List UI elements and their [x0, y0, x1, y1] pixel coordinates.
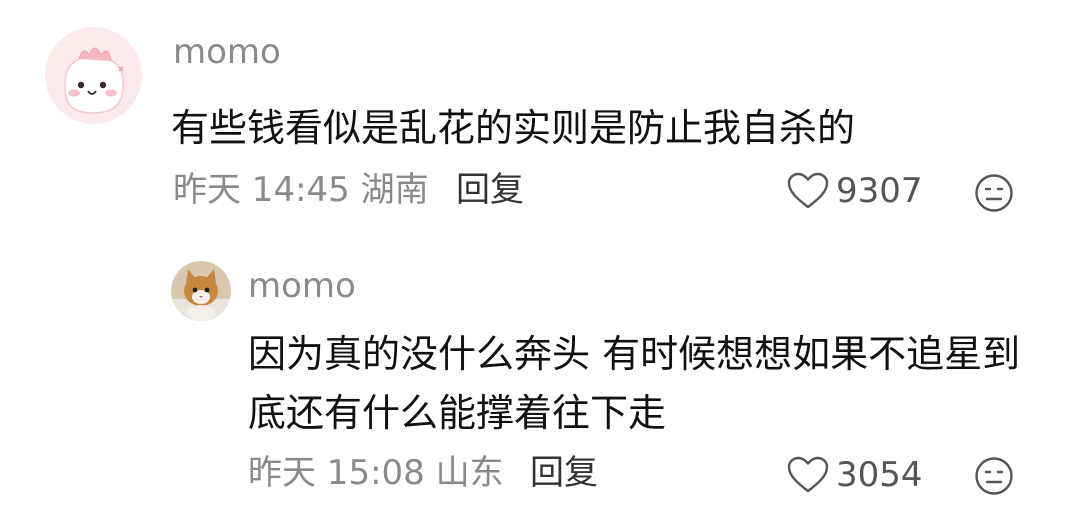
heart-outline-icon — [787, 172, 829, 209]
reply-emoji-button[interactable] — [974, 456, 1014, 496]
reply-reply-button[interactable]: 回复 — [530, 456, 598, 490]
reply-like-count: 3054 — [836, 455, 923, 495]
cat-photo-avatar-icon — [171, 261, 231, 321]
emoji-face-icon — [975, 174, 1013, 212]
comment-like-button[interactable]: 9307 — [786, 171, 923, 211]
comment-time: 昨天 14:45 — [173, 170, 350, 210]
comment-username[interactable]: momo — [173, 35, 281, 69]
comment-text: 有些钱看似是乱花的实则是防止我自杀的 — [171, 106, 856, 150]
comment-reply-button[interactable]: 回复 — [456, 173, 524, 207]
reply-time: 昨天 15:08 — [248, 453, 425, 493]
heart-outline-icon — [787, 456, 829, 493]
pink-cartoon-avatar-icon — [45, 27, 142, 124]
avatar-reply-1[interactable] — [171, 261, 231, 321]
comment-emoji-button[interactable] — [974, 173, 1014, 213]
comment-location: 湖南 — [360, 170, 429, 210]
reply-location: 山东 — [435, 453, 504, 493]
comment-meta: 昨天 14:45 湖南 — [173, 173, 429, 207]
reply-text: 因为真的没什么奔头 有时候想想如果不追星到底还有什么能撑着往下走 — [248, 332, 1021, 435]
comment-like-count: 9307 — [836, 171, 923, 211]
emoji-face-icon — [975, 457, 1013, 495]
reply-username[interactable]: momo — [248, 269, 356, 303]
reply-meta: 昨天 15:08 山东 — [248, 456, 504, 490]
reply-like-button[interactable]: 3054 — [786, 455, 923, 495]
avatar-comment-1[interactable] — [45, 27, 142, 124]
